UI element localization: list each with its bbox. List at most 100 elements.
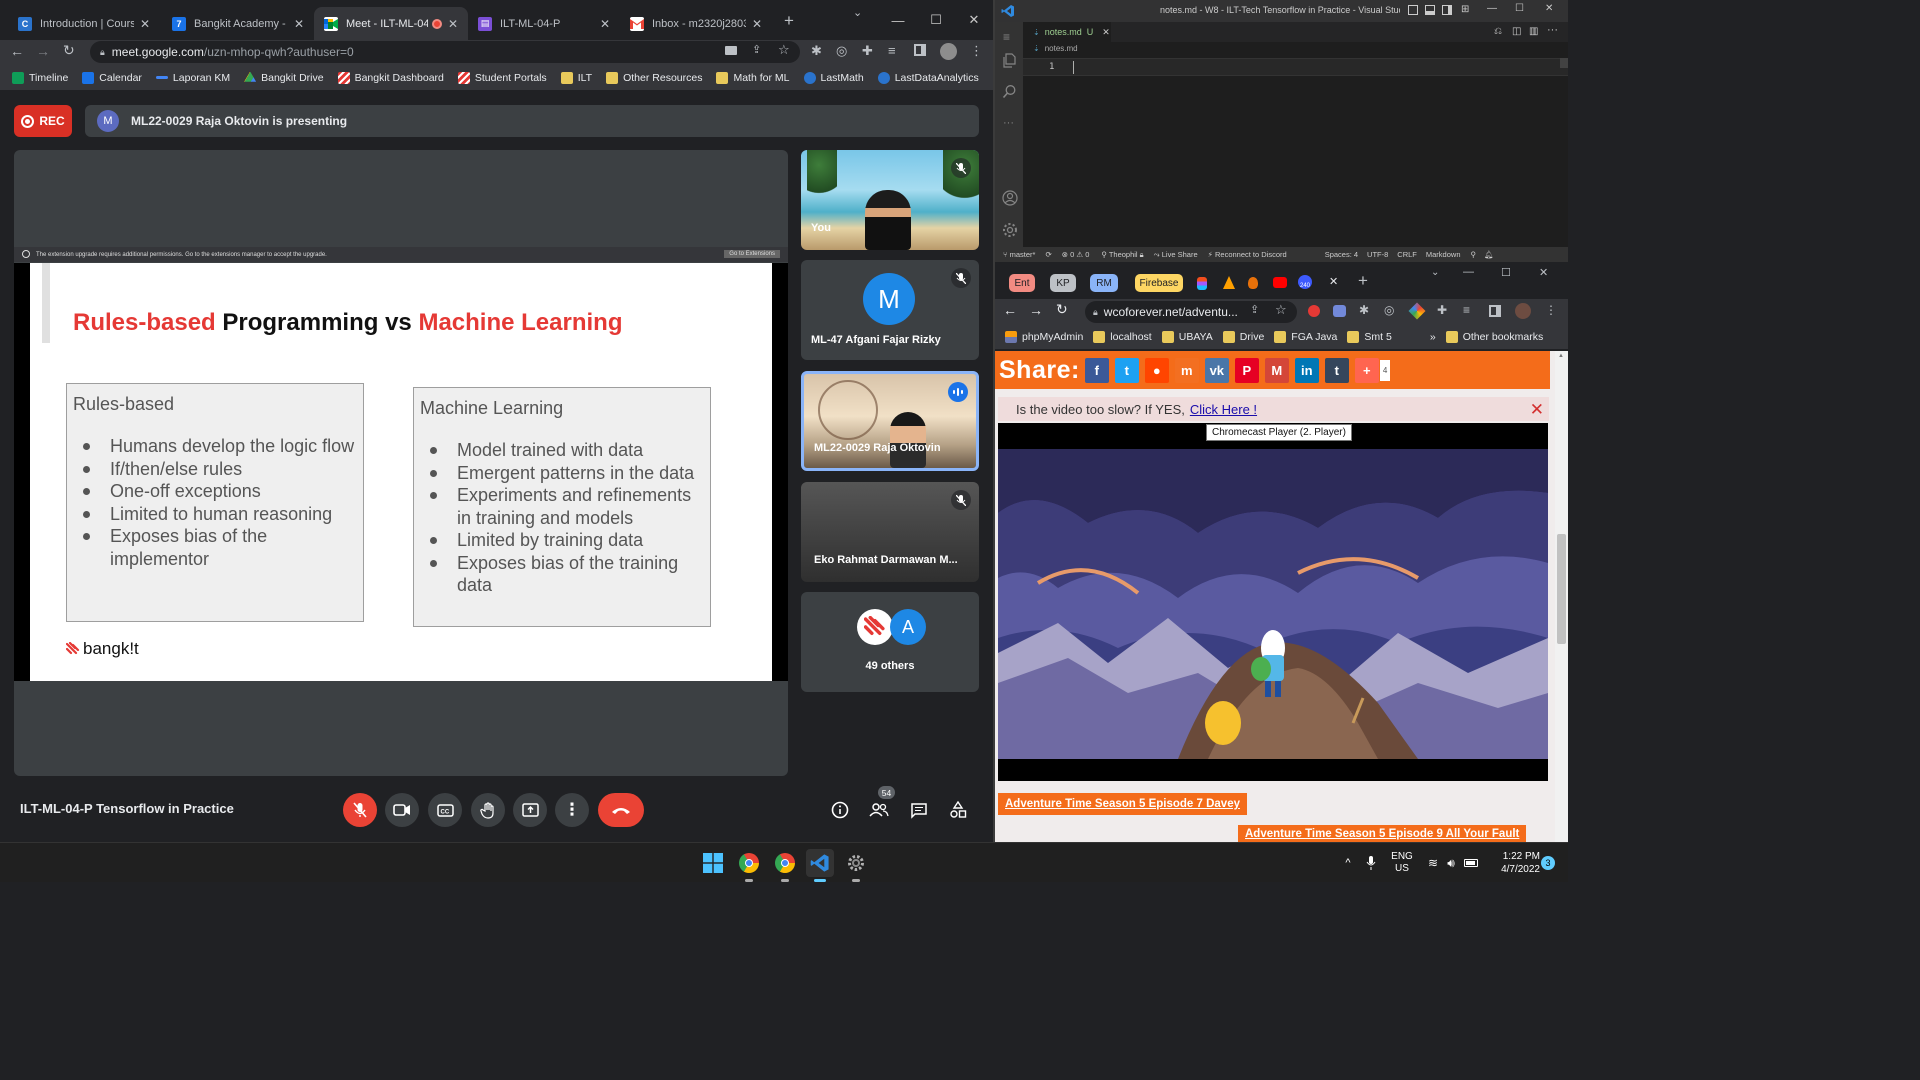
tab-calendar[interactable]: 7 Bangkit Academy - Cale ✕ (162, 7, 314, 40)
close-tab-icon[interactable]: ✕ (752, 17, 762, 31)
more-options-button[interactable]: ⋮ (555, 793, 589, 827)
linkedin-icon[interactable]: in (1294, 357, 1319, 383)
people-button[interactable]: 54 (868, 786, 895, 821)
participant-tile-afgani[interactable]: M ML-47 Afgani Fajar Rizky (801, 260, 979, 360)
notification-badge[interactable]: 3 (1541, 856, 1555, 870)
tray-overflow-chevron-icon[interactable]: ^ (1340, 843, 1356, 883)
bookmark-folder-smt5[interactable]: Smt 5 (1347, 331, 1392, 343)
battery-icon[interactable] (1462, 843, 1480, 883)
hamburger-menu-icon[interactable]: ≡ (1003, 30, 1010, 44)
video-player[interactable]: Chromecast Player (2. Player) (998, 423, 1548, 781)
side-panel-icon[interactable] (1489, 305, 1501, 317)
clock[interactable]: 1:22 PM 4/7/2022 (1484, 843, 1540, 883)
tumblr-icon[interactable]: t (1324, 357, 1349, 383)
share-icon[interactable]: ⇪ (752, 43, 761, 56)
previous-episode-link[interactable]: Adventure Time Season 5 Episode 7 Davey (998, 793, 1247, 815)
tab-search-chevron-icon[interactable]: ⌄ (1431, 267, 1439, 278)
layout-panel-icon[interactable] (1425, 5, 1435, 15)
bookmark-lastdataanalytics[interactable]: LastDataAnalytics (877, 71, 979, 84)
close-tab-icon[interactable]: ✕ (294, 17, 304, 31)
close-tab-icon[interactable]: ✕ (600, 17, 610, 31)
leave-call-button[interactable] (598, 793, 644, 827)
twitter-icon[interactable]: t (1114, 357, 1139, 383)
bookmark-timeline[interactable]: Timeline (12, 71, 68, 84)
captions-button[interactable]: CC (428, 793, 462, 827)
next-episode-link[interactable]: Adventure Time Season 5 Episode 9 All Yo… (1238, 825, 1527, 842)
tab-favicon-icon[interactable] (1248, 277, 1258, 289)
language-indicator[interactable]: ENG US (1388, 843, 1416, 883)
bookmark-folder-other-bookmarks[interactable]: Other bookmarks (1445, 331, 1543, 343)
user-status[interactable]: ⚲ Theophil 🔒︎ (1101, 250, 1143, 260)
more-share-icon[interactable]: + (1354, 357, 1379, 383)
mic-toggle-button[interactable] (343, 793, 377, 827)
editor-tab-notes[interactable]: ⇣ notes.md U ✕ (1023, 22, 1111, 42)
vk-icon[interactable]: vk (1204, 357, 1229, 383)
tab-group-kp[interactable]: KP (1050, 274, 1076, 292)
encoding-status[interactable]: UTF-8 (1367, 250, 1388, 259)
bookmark-folder-localhost[interactable]: localhost (1093, 331, 1152, 343)
bookmark-bangkit-drive[interactable]: Bangkit Drive (244, 71, 324, 84)
forward-icon[interactable]: → (36, 43, 50, 59)
layout-secondary-icon[interactable] (1442, 5, 1452, 15)
profile-avatar[interactable] (940, 43, 957, 60)
address-bar[interactable]: 🔒︎ wcoforever.net/adventu... (1085, 301, 1297, 323)
new-tab-button[interactable]: + (1358, 271, 1368, 291)
bookmark-star-icon[interactable]: ☆ (778, 42, 790, 58)
tab-meet[interactable]: Meet - ILT-ML-04-P ✕ (314, 7, 468, 40)
tab-gmail[interactable]: Inbox - m2320j2803@b ✕ (620, 7, 772, 40)
share-icon[interactable]: ⇪ (1250, 303, 1259, 316)
present-screen-button[interactable] (513, 793, 547, 827)
participant-tile-you[interactable]: You (801, 150, 979, 250)
wifi-icon[interactable]: ≋ (1424, 843, 1442, 883)
tab-coursera[interactable]: C Introduction | Coursera ✕ (8, 7, 160, 40)
more-bookmarks-chevron[interactable]: » (1430, 331, 1436, 343)
explorer-files-icon[interactable] (1002, 53, 1017, 68)
extension-target-icon[interactable]: ◎ (836, 43, 847, 59)
close-window-button[interactable]: ✕ (955, 0, 993, 40)
bookmark-folder-drive[interactable]: Drive (1222, 331, 1264, 343)
activities-button[interactable] (947, 799, 969, 821)
reload-icon[interactable]: ↻ (1056, 301, 1068, 318)
reading-list-icon[interactable]: ≡ (1463, 303, 1470, 317)
figma-tab-icon[interactable] (1197, 277, 1207, 290)
taskbar-vscode[interactable] (806, 849, 834, 882)
minimize-button[interactable]: — (1463, 266, 1474, 278)
back-icon[interactable]: ← (1003, 302, 1017, 318)
editor-current-line[interactable]: 1 (1023, 58, 1568, 76)
bookmark-phpmyadmin[interactable]: phpMyAdmin (1005, 331, 1083, 343)
customize-layout-icon[interactable]: ⊞ (1461, 4, 1469, 15)
bookmark-folder-ilt[interactable]: ILT (560, 71, 592, 84)
bookmark-folder-fga-java[interactable]: FGA Java (1274, 331, 1337, 343)
more-views-icon[interactable]: ··· (1003, 117, 1014, 129)
layout-sidebar-icon[interactable] (1408, 5, 1418, 15)
scroll-up-arrow-icon[interactable]: ▲ (1558, 353, 1564, 359)
click-here-link[interactable]: Click Here ! (1190, 402, 1257, 417)
maximize-button[interactable]: ☐ (1501, 266, 1511, 279)
close-tab-icon[interactable]: ✕ (1329, 275, 1338, 288)
taskbar-settings[interactable] (842, 849, 870, 882)
bookmark-star-icon[interactable]: ☆ (1275, 302, 1287, 318)
gmail-share-icon[interactable]: M (1264, 357, 1289, 383)
compare-icon[interactable]: ⎌ (1494, 26, 1502, 37)
bookmark-laporan-km[interactable]: Laporan KM (155, 72, 230, 84)
extension-color-icon[interactable] (1408, 302, 1426, 320)
indentation-status[interactable]: Spaces: 4 (1325, 250, 1358, 259)
tab-search-chevron-icon[interactable]: ⌄ (853, 6, 862, 19)
minimap-slider[interactable] (1560, 58, 1568, 68)
participant-tile-eko[interactable]: Eko Rahmat Darmawan M... (801, 482, 979, 582)
maximize-button[interactable]: ☐ (1515, 3, 1524, 14)
start-button[interactable] (699, 849, 727, 877)
camera-in-use-icon[interactable] (725, 46, 737, 55)
search-icon[interactable] (1002, 84, 1017, 99)
youtube-badge[interactable]: 240 (1298, 275, 1312, 289)
live-share-status[interactable]: ⤳ Live Share (1154, 250, 1198, 260)
bookmark-lastmath[interactable]: LastMath (803, 71, 864, 84)
accounts-icon[interactable] (1002, 190, 1018, 206)
taskbar-chrome-1[interactable] (735, 849, 763, 882)
open-preview-icon[interactable]: ◫ (1512, 26, 1521, 37)
branch-status[interactable]: ⑂ master* (1003, 250, 1035, 259)
extensions-puzzle-icon[interactable]: ✚ (862, 43, 873, 59)
new-tab-button[interactable]: + (784, 11, 794, 31)
forward-icon[interactable]: → (1029, 302, 1043, 318)
settings-gear-icon[interactable] (1002, 222, 1018, 238)
